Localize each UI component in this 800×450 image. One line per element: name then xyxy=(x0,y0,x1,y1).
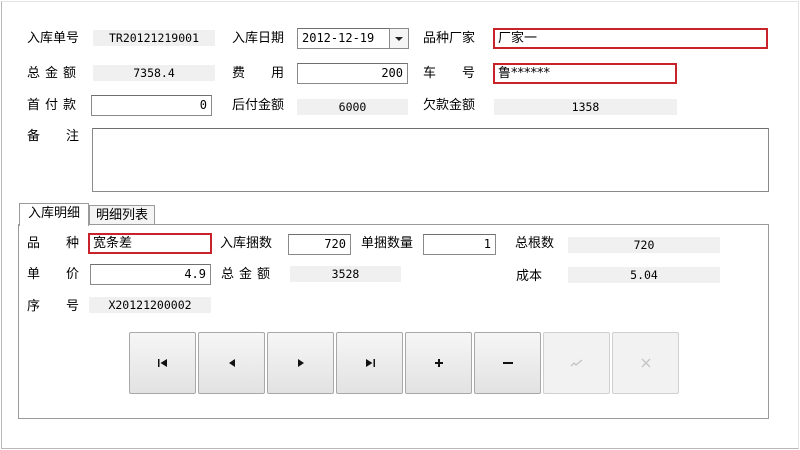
down-payment-label: 首付款 xyxy=(27,98,82,113)
minus-icon xyxy=(502,362,513,364)
vehicle-no-label: 车号 xyxy=(423,66,502,81)
per-bundle-label: 单捆数量 xyxy=(361,236,414,251)
insert-record-button[interactable] xyxy=(405,332,472,394)
last-icon xyxy=(365,359,375,367)
prior-icon xyxy=(228,359,235,367)
cancel-edit-button[interactable] xyxy=(612,332,679,394)
down-payment-field[interactable]: 0 xyxy=(91,95,212,116)
remark-textarea[interactable] xyxy=(92,128,769,192)
arrears-label: 欠款金额 xyxy=(423,98,476,113)
chevron-down-icon xyxy=(395,36,403,41)
variety-field[interactable]: 宽条差 xyxy=(88,233,212,254)
first-icon xyxy=(157,359,167,367)
delete-record-button[interactable] xyxy=(474,332,541,394)
balance-payment-field: 6000 xyxy=(297,99,408,115)
cancel-icon xyxy=(641,358,650,368)
inbound-date-label: 入库日期 xyxy=(232,31,285,46)
next-record-button[interactable] xyxy=(267,332,334,394)
total-amount-field: 7358.4 xyxy=(93,65,215,81)
total-amount-label: 总金额 xyxy=(27,66,82,81)
fee-field[interactable]: 200 xyxy=(297,63,408,84)
check-icon xyxy=(570,359,582,367)
balance-payment-label: 后付金额 xyxy=(232,98,285,113)
total-roots-field: 720 xyxy=(568,237,720,253)
post-edit-button[interactable] xyxy=(543,332,610,394)
bundles-field[interactable]: 720 xyxy=(288,234,351,255)
detail-total-amount-field: 3528 xyxy=(290,266,401,282)
total-roots-label: 总根数 xyxy=(515,236,555,251)
last-record-button[interactable] xyxy=(336,332,403,394)
prior-record-button[interactable] xyxy=(198,332,265,394)
manufacturer-label: 品种厂家 xyxy=(423,31,476,46)
tab-inbound-detail[interactable]: 入库明细 xyxy=(19,203,89,226)
inbound-no-field: TR20121219001 xyxy=(93,30,215,46)
inbound-no-label: 入库单号 xyxy=(27,31,80,46)
serial-no-field: X20121200002 xyxy=(89,297,211,313)
first-record-button[interactable] xyxy=(129,332,196,394)
vehicle-no-field[interactable]: 鲁****** xyxy=(493,63,677,84)
manufacturer-field[interactable]: 厂家一 xyxy=(493,28,768,49)
plus-icon xyxy=(434,359,443,367)
inbound-date-field[interactable]: 2012-12-19 xyxy=(297,28,390,49)
cost-label: 成本 xyxy=(516,269,543,284)
arrears-field: 1358 xyxy=(494,99,677,115)
unit-price-field[interactable]: 4.9 xyxy=(90,264,211,285)
tab-detail-list[interactable]: 明细列表 xyxy=(89,205,155,226)
bundles-label: 入库捆数 xyxy=(220,236,273,251)
next-icon xyxy=(297,359,304,367)
date-dropdown-button[interactable] xyxy=(389,28,409,49)
per-bundle-field[interactable]: 1 xyxy=(423,234,496,255)
cost-field: 5.04 xyxy=(568,267,720,283)
detail-total-amount-label: 总金额 xyxy=(221,267,276,282)
